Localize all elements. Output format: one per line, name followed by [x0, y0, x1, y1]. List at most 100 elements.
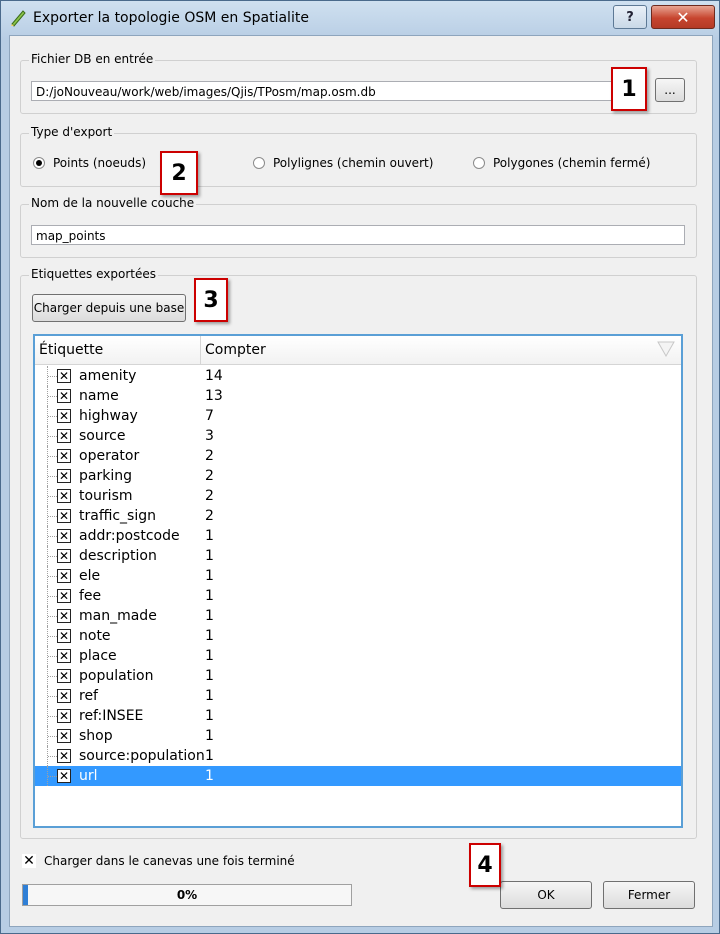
qgis-app-icon: [11, 10, 26, 27]
table-row[interactable]: ✕ highway 7: [35, 406, 681, 426]
ok-button[interactable]: OK: [500, 881, 592, 909]
load-in-canvas-checkbox[interactable]: ✕: [22, 854, 36, 868]
row-checkbox[interactable]: ✕: [57, 489, 71, 503]
progress-text: 0%: [176, 888, 198, 902]
row-count: 1: [205, 768, 214, 784]
radio-polygons[interactable]: Polygones (chemin fermé): [473, 156, 650, 170]
row-checkbox[interactable]: ✕: [57, 749, 71, 763]
row-checkbox[interactable]: ✕: [57, 549, 71, 563]
table-row[interactable]: ✕ parking 2: [35, 466, 681, 486]
row-checkbox[interactable]: ✕: [57, 389, 71, 403]
row-tag: traffic_sign: [79, 508, 156, 524]
db-path-input[interactable]: D:/joNouveau/work/web/images/Qjis/TPosm/…: [31, 81, 614, 101]
table-row[interactable]: ✕ man_made 1: [35, 606, 681, 626]
row-checkbox[interactable]: ✕: [57, 509, 71, 523]
table-row[interactable]: ✕ source 3: [35, 426, 681, 446]
column-header-tag[interactable]: Étiquette: [35, 336, 201, 364]
table-row[interactable]: ✕ name 13: [35, 386, 681, 406]
row-checkbox[interactable]: ✕: [57, 529, 71, 543]
radio-points-dot: [36, 160, 42, 166]
radio-polylines[interactable]: Polylignes (chemin ouvert): [253, 156, 433, 170]
browse-button[interactable]: ...: [655, 78, 685, 102]
row-count: 2: [205, 448, 214, 464]
row-checkbox[interactable]: ✕: [57, 369, 71, 383]
table-row[interactable]: ✕ ref:INSEE 1: [35, 706, 681, 726]
row-checkbox[interactable]: ✕: [57, 569, 71, 583]
table-row[interactable]: ✕ note 1: [35, 626, 681, 646]
dialog-body: Fichier DB en entrée D:/joNouveau/work/w…: [9, 35, 713, 927]
load-from-db-button[interactable]: Charger depuis une base: [32, 294, 186, 322]
table-row[interactable]: ✕ addr:postcode 1: [35, 526, 681, 546]
table-row[interactable]: ✕ amenity 14: [35, 366, 681, 386]
row-tag: population: [79, 668, 154, 684]
row-tag: operator: [79, 448, 140, 464]
title-bar[interactable]: Exporter la topologie OSM en Spatialite …: [1, 1, 719, 35]
radio-points-label: Points (noeuds): [53, 156, 147, 170]
load-in-canvas-label: Charger dans le canevas une fois terminé: [44, 854, 295, 868]
row-count: 2: [205, 508, 214, 524]
row-count: 1: [205, 728, 214, 744]
row-checkbox[interactable]: ✕: [57, 769, 71, 783]
layer-name-group: Nom de la nouvelle couche map_points: [20, 196, 697, 258]
tags-tree[interactable]: Étiquette Compter ✕ amenity 14 ✕ name 13 ✕ high…: [33, 334, 683, 828]
table-row[interactable]: ✕ ref 1: [35, 686, 681, 706]
row-count: 3: [205, 428, 214, 444]
row-checkbox[interactable]: ✕: [57, 669, 71, 683]
row-checkbox[interactable]: ✕: [57, 689, 71, 703]
table-row[interactable]: ✕ shop 1: [35, 726, 681, 746]
row-checkbox[interactable]: ✕: [57, 469, 71, 483]
row-count: 1: [205, 608, 214, 624]
row-tag: ref:INSEE: [79, 708, 144, 724]
row-count: 1: [205, 588, 214, 604]
column-header-count[interactable]: Compter: [201, 336, 681, 364]
row-tag: man_made: [79, 608, 157, 624]
tags-tree-header: Étiquette Compter: [35, 336, 681, 365]
row-tag: ele: [79, 568, 101, 584]
row-checkbox[interactable]: ✕: [57, 649, 71, 663]
layer-name-input[interactable]: map_points: [31, 225, 685, 245]
load-in-canvas-option[interactable]: ✕ Charger dans le canevas une fois termi…: [22, 854, 295, 868]
table-row[interactable]: ✕ operator 2: [35, 446, 681, 466]
table-row[interactable]: ✕ fee 1: [35, 586, 681, 606]
row-count: 1: [205, 548, 214, 564]
filter-triangle-icon[interactable]: [657, 341, 675, 357]
row-count: 7: [205, 408, 214, 424]
row-checkbox[interactable]: ✕: [57, 609, 71, 623]
row-checkbox[interactable]: ✕: [57, 449, 71, 463]
row-tag: name: [79, 388, 119, 404]
layer-name-group-label: Nom de la nouvelle couche: [29, 196, 197, 210]
row-tag: fee: [79, 588, 102, 604]
table-row[interactable]: ✕ description 1: [35, 546, 681, 566]
table-row[interactable]: ✕ place 1: [35, 646, 681, 666]
row-checkbox[interactable]: ✕: [57, 409, 71, 423]
row-count: 1: [205, 628, 214, 644]
export-type-options: Points (noeuds) Polylignes (chemin ouver…: [33, 156, 683, 172]
row-checkbox[interactable]: ✕: [57, 709, 71, 723]
table-row[interactable]: ✕ tourism 2: [35, 486, 681, 506]
table-row[interactable]: ✕ url 1: [35, 766, 681, 786]
help-button[interactable]: ?: [613, 5, 647, 29]
row-checkbox[interactable]: ✕: [57, 729, 71, 743]
row-checkbox[interactable]: ✕: [57, 629, 71, 643]
row-count: 2: [205, 488, 214, 504]
row-tag: shop: [79, 728, 113, 744]
row-checkbox[interactable]: ✕: [57, 589, 71, 603]
radio-polylines-label: Polylignes (chemin ouvert): [273, 156, 434, 170]
close-window-button[interactable]: ✕: [651, 5, 715, 29]
row-count: 1: [205, 688, 214, 704]
row-count: 1: [205, 748, 214, 764]
table-row[interactable]: ✕ source:population 1: [35, 746, 681, 766]
table-row[interactable]: ✕ ele 1: [35, 566, 681, 586]
tags-group-label: Etiquettes exportées: [29, 267, 158, 281]
row-checkbox[interactable]: ✕: [57, 429, 71, 443]
row-tag: description: [79, 548, 157, 564]
radio-points[interactable]: Points (noeuds): [33, 156, 146, 170]
radio-polygons-label: Polygones (chemin fermé): [493, 156, 651, 170]
table-row[interactable]: ✕ traffic_sign 2: [35, 506, 681, 526]
close-button[interactable]: Fermer: [603, 881, 695, 909]
export-type-group: Type d'export Points (noeuds) Polylignes…: [20, 125, 697, 187]
export-type-group-label: Type d'export: [29, 125, 115, 139]
table-row[interactable]: ✕ population 1: [35, 666, 681, 686]
radio-points-circle: [33, 157, 45, 169]
row-count: 1: [205, 528, 214, 544]
